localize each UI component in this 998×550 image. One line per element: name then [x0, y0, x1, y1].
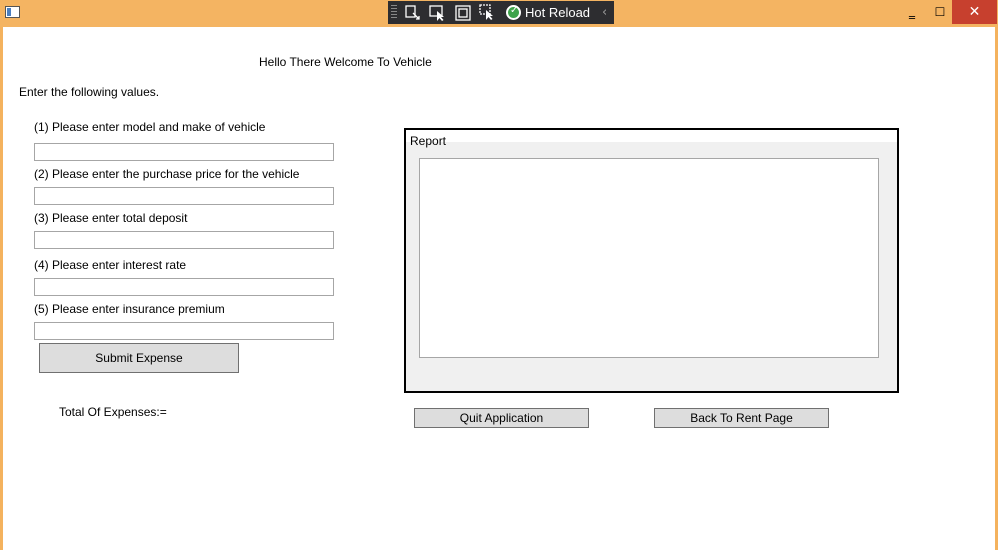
- report-label: Report: [410, 134, 447, 148]
- purchase-price-input[interactable]: [34, 187, 334, 205]
- total-expenses-label: Total Of Expenses:=: [59, 405, 167, 419]
- live-visual-tree-icon[interactable]: [404, 4, 422, 22]
- close-icon: ✕: [968, 4, 981, 20]
- maximize-icon: ☐: [934, 5, 946, 19]
- field-label-model: (1) Please enter model and make of vehic…: [34, 120, 266, 134]
- app-icon[interactable]: [5, 6, 20, 18]
- hot-reload-label[interactable]: Hot Reload: [525, 5, 590, 20]
- report-group: Report: [404, 128, 899, 393]
- title-bar: ✓ Hot Reload ‹ ‗ ☐ ✕: [0, 0, 998, 27]
- insurance-premium-input[interactable]: [34, 322, 334, 340]
- field-label-insurance: (5) Please enter insurance premium: [34, 302, 225, 316]
- quit-application-button[interactable]: Quit Application: [414, 408, 589, 428]
- window-client-area: Hello There Welcome To Vehicle Enter the…: [3, 27, 995, 550]
- hot-reload-toolbar: ✓ Hot Reload ‹: [388, 1, 614, 24]
- hot-reload-status-icon: ✓: [506, 5, 521, 20]
- display-adorners-icon[interactable]: [454, 4, 472, 22]
- page-heading: Hello There Welcome To Vehicle: [259, 55, 432, 69]
- model-make-input[interactable]: [34, 143, 334, 161]
- minimize-icon: ‗: [909, 5, 915, 19]
- field-label-purchase-price: (2) Please enter the purchase price for …: [34, 167, 300, 181]
- instructions-text: Enter the following values.: [19, 85, 160, 99]
- track-focus-icon[interactable]: [479, 3, 497, 22]
- interest-rate-input[interactable]: [34, 278, 334, 296]
- back-to-rent-page-button[interactable]: Back To Rent Page: [654, 408, 829, 428]
- field-label-interest-rate: (4) Please enter interest rate: [34, 258, 187, 272]
- select-element-icon[interactable]: [429, 4, 447, 22]
- report-textarea[interactable]: [419, 158, 879, 358]
- deposit-input[interactable]: [34, 231, 334, 249]
- toolbar-grip-icon[interactable]: [391, 5, 397, 20]
- close-button[interactable]: ✕: [952, 0, 997, 24]
- maximize-button[interactable]: ☐: [925, 0, 955, 24]
- minimize-button[interactable]: ‗: [897, 0, 927, 24]
- chevron-left-icon[interactable]: ‹: [602, 5, 607, 20]
- submit-expense-button[interactable]: Submit Expense: [39, 343, 239, 373]
- field-label-deposit: (3) Please enter total deposit: [34, 211, 188, 225]
